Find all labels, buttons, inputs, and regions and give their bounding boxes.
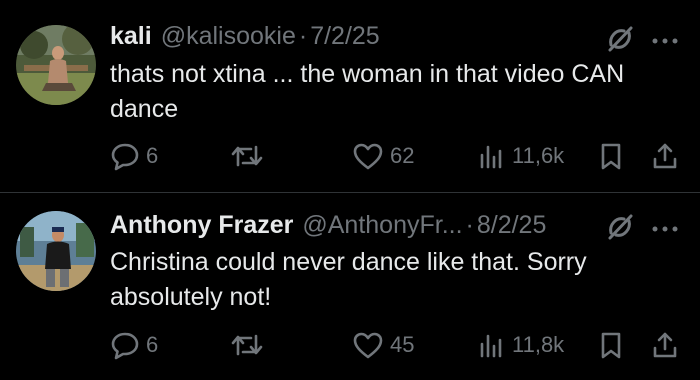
tweet-header: kali @kalisookie · 7/2/25: [110, 22, 380, 52]
avatar[interactable]: [16, 211, 96, 291]
like-count: 45: [390, 332, 415, 357]
reply-count: 6: [146, 143, 159, 168]
tweet-feed: kali @kalisookie · 7/2/25 thats not xtin…: [0, 0, 700, 380]
like-button[interactable]: 45: [352, 329, 414, 361]
like-button[interactable]: 62: [352, 140, 414, 172]
reply-count: 6: [146, 332, 159, 357]
views-icon: [476, 141, 506, 171]
more-icon[interactable]: [650, 33, 680, 44]
views-count: 11,8k: [512, 332, 565, 357]
bookmark-button[interactable]: [596, 140, 626, 172]
views-button[interactable]: 11,8k: [476, 329, 564, 361]
like-count: 62: [390, 143, 415, 168]
avatar[interactable]: [16, 25, 96, 105]
bookmark-button[interactable]: [596, 329, 626, 361]
tweet[interactable]: kali @kalisookie · 7/2/25 thats not xtin…: [0, 0, 700, 192]
bookmark-icon: [596, 141, 626, 171]
share-icon: [650, 330, 680, 360]
retweet-button[interactable]: [230, 140, 270, 172]
share-button[interactable]: [650, 329, 680, 361]
tweet-text: Christina could never dance like that. S…: [110, 248, 587, 311]
tweet-text: thats not xtina ... the woman in that vi…: [110, 60, 625, 123]
reply-icon: [110, 141, 140, 171]
share-button[interactable]: [650, 140, 680, 172]
views-button[interactable]: 11,6k: [476, 140, 564, 172]
tweet-header: Anthony Frazer @AnthonyFr... · 8/2/25: [110, 211, 546, 241]
tweet-actions: 6 62 11,6k: [110, 140, 685, 172]
separator-dot: ·: [298, 22, 308, 50]
views-icon: [476, 330, 506, 360]
retweet-button[interactable]: [230, 329, 270, 361]
reply-button[interactable]: 6: [110, 140, 158, 172]
like-icon: [352, 330, 384, 360]
tweet[interactable]: Anthony Frazer @AnthonyFr... · 8/2/25 Ch…: [0, 193, 700, 380]
tweet-date[interactable]: 8/2/25: [477, 211, 547, 240]
like-icon: [352, 141, 384, 171]
views-count: 11,6k: [512, 143, 565, 168]
user-handle[interactable]: @kalisookie: [161, 22, 296, 51]
reply-icon: [110, 330, 140, 360]
more-icon[interactable]: [650, 221, 680, 232]
retweet-icon: [230, 141, 264, 171]
grok-icon[interactable]: [605, 24, 635, 54]
grok-icon[interactable]: [605, 212, 635, 242]
retweet-icon: [230, 330, 264, 360]
share-icon: [650, 141, 680, 171]
user-handle[interactable]: @AnthonyFr...: [302, 211, 462, 240]
tweet-date[interactable]: 7/2/25: [310, 22, 380, 51]
tweet-actions: 6 45 11,8k: [110, 329, 685, 361]
display-name[interactable]: Anthony Frazer: [110, 211, 293, 240]
reply-button[interactable]: 6: [110, 329, 158, 361]
bookmark-icon: [596, 330, 626, 360]
separator-dot: ·: [465, 211, 474, 239]
display-name[interactable]: kali: [110, 22, 152, 51]
